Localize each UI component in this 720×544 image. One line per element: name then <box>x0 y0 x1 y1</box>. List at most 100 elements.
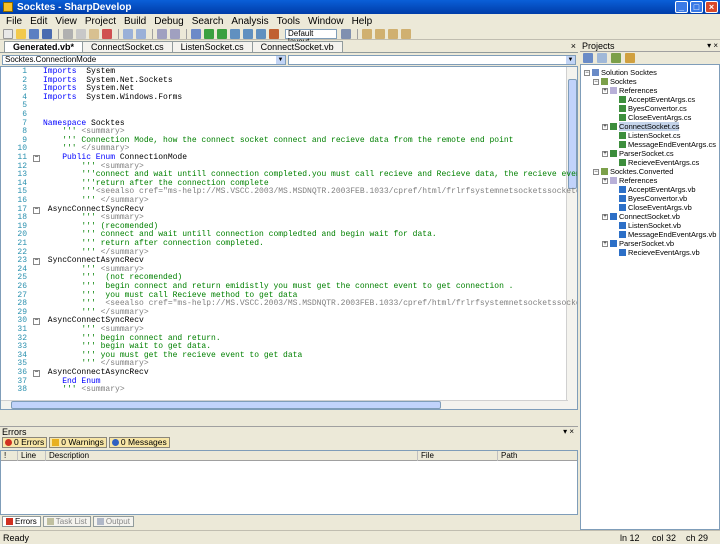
tree-node[interactable]: + References <box>602 86 657 95</box>
maximize-button[interactable]: □ <box>690 1 703 13</box>
collapse-icon[interactable]: − <box>593 78 599 85</box>
bookmark-icon[interactable] <box>362 28 372 39</box>
tree-node[interactable]: AcceptEventArgs.vb <box>611 185 696 194</box>
delete-icon[interactable] <box>102 28 112 39</box>
tree-node[interactable]: ByesConvertor.cs <box>611 104 687 113</box>
tree-node[interactable]: RecieveEventArgs.vb <box>611 248 700 257</box>
tree-node[interactable]: − Socktes <box>593 77 637 86</box>
expand-icon[interactable]: + <box>602 123 608 130</box>
open-folder-icon[interactable] <box>16 28 26 39</box>
tree-node[interactable]: ListenSocket.cs <box>611 131 681 140</box>
member-combo[interactable]: ▼ <box>288 55 576 65</box>
project-tree[interactable]: − Solution Socktes − Socktes + References Acce… <box>580 64 720 530</box>
column-severity[interactable]: ! <box>1 451 15 461</box>
paste-icon[interactable] <box>89 28 99 39</box>
menu-project[interactable]: Project <box>81 16 120 27</box>
fold-toggle-icon[interactable]: − <box>33 206 40 214</box>
tree-node[interactable]: + ParserSocket.cs <box>602 149 674 158</box>
menu-search[interactable]: Search <box>188 16 228 27</box>
tree-node[interactable]: ByesConvertor.vb <box>611 194 687 203</box>
tab-generated-vb[interactable]: Generated.vb* <box>4 41 84 52</box>
menu-tools[interactable]: Tools <box>273 16 304 27</box>
fold-toggle-icon[interactable]: − <box>33 258 40 266</box>
step-out-icon[interactable] <box>256 28 266 39</box>
tab-output[interactable]: Output <box>92 516 134 527</box>
tab-listensocket-cs[interactable]: ListenSocket.cs <box>171 41 253 52</box>
bookmark-next-icon[interactable] <box>388 28 398 39</box>
save-icon[interactable] <box>29 28 39 39</box>
close-button[interactable]: × <box>705 1 718 13</box>
run-icon[interactable] <box>204 28 214 39</box>
messages-filter-button[interactable]: 0 Messages <box>108 437 170 448</box>
tree-node[interactable]: + ParserSocket.vb <box>602 239 674 248</box>
tab-connectsocket-cs[interactable]: ConnectSocket.cs <box>82 41 173 52</box>
properties-icon[interactable] <box>583 53 593 63</box>
step-icon[interactable] <box>230 28 240 39</box>
tree-node[interactable]: − Socktes.Converted <box>593 167 673 176</box>
bookmark-clear-icon[interactable] <box>401 28 411 39</box>
layout-combo[interactable]: Default layout <box>285 28 337 45</box>
horizontal-scrollbar[interactable] <box>1 400 568 409</box>
menu-view[interactable]: View <box>51 16 81 27</box>
find-icon[interactable] <box>157 28 167 39</box>
warnings-filter-button[interactable]: 0 Warnings <box>49 437 107 448</box>
collapse-icon[interactable]: − <box>593 168 599 175</box>
build-icon[interactable] <box>191 28 201 39</box>
replace-icon[interactable] <box>170 28 180 39</box>
expand-icon[interactable]: + <box>602 87 608 94</box>
tree-node[interactable]: + References <box>602 176 657 185</box>
column-path[interactable]: Path <box>497 451 577 461</box>
menu-edit[interactable]: Edit <box>26 16 51 27</box>
debug-icon[interactable] <box>217 28 227 39</box>
minimize-button[interactable]: _ <box>675 1 688 13</box>
save-all-icon[interactable] <box>42 28 52 39</box>
column-line[interactable]: Line <box>17 451 43 461</box>
column-description[interactable]: Description <box>45 451 415 461</box>
expand-icon[interactable]: + <box>602 213 608 220</box>
menu-window[interactable]: Window <box>304 16 348 27</box>
tree-node[interactable]: MessageEndEventArgs.cs <box>611 140 716 149</box>
show-all-files-icon[interactable] <box>597 53 607 63</box>
expand-icon[interactable]: + <box>602 177 608 184</box>
cut-icon[interactable] <box>63 28 73 39</box>
copy-icon[interactable] <box>76 28 86 39</box>
fold-toggle-icon[interactable]: − <box>33 155 40 162</box>
tab-task-list[interactable]: Task List <box>42 516 91 527</box>
errors-grid[interactable]: ! Line Description File Path <box>0 450 578 515</box>
tree-node[interactable]: CloseEventArgs.cs <box>611 113 691 122</box>
refresh-icon[interactable] <box>611 53 621 63</box>
tree-node[interactable]: AcceptEventArgs.cs <box>611 95 695 104</box>
step-over-icon[interactable] <box>243 28 253 39</box>
collapse-icon[interactable]: − <box>584 69 590 76</box>
expand-icon[interactable]: + <box>602 150 608 157</box>
code-editor[interactable]: 1 Imports System 2 Imports System.Net.Socke… <box>0 66 578 410</box>
tree-node[interactable]: ListenSocket.vb <box>611 221 681 230</box>
bookmark-prev-icon[interactable] <box>375 28 385 39</box>
tree-node[interactable]: + ConnectSocket.vb <box>602 212 680 221</box>
tree-node[interactable]: CloseEventArgs.vb <box>611 203 692 212</box>
undo-icon[interactable] <box>123 28 133 39</box>
column-file[interactable]: File <box>417 451 497 461</box>
collapse-all-icon[interactable] <box>625 53 635 63</box>
menu-file[interactable]: File <box>2 16 26 27</box>
errors-filter-button[interactable]: 0 Errors <box>2 437 48 448</box>
stop-icon[interactable] <box>269 28 279 39</box>
tree-node[interactable]: MessageEndEventArgs.vb <box>611 230 716 239</box>
tree-node[interactable]: − Solution Socktes <box>584 68 657 77</box>
menu-analysis[interactable]: Analysis <box>227 16 272 27</box>
pane-controls-icon[interactable]: ▾ × <box>563 427 574 436</box>
tree-node[interactable]: + ConnectSocket.cs <box>602 122 680 131</box>
redo-icon[interactable] <box>136 28 146 39</box>
pane-controls-icon[interactable]: ▾ × <box>707 41 718 50</box>
vertical-scrollbar[interactable] <box>566 67 577 409</box>
new-file-icon[interactable] <box>3 28 13 39</box>
class-combo[interactable]: Socktes.ConnectionMode ▼ <box>2 55 286 65</box>
tab-connectsocket-vb[interactable]: ConnectSocket.vb <box>251 41 343 52</box>
tab-errors[interactable]: Errors <box>2 516 41 527</box>
layout-options-icon[interactable] <box>341 28 351 39</box>
fold-toggle-icon[interactable]: − <box>33 318 40 326</box>
close-document-icon[interactable]: × <box>571 41 576 51</box>
menu-help[interactable]: Help <box>348 16 377 27</box>
menu-debug[interactable]: Debug <box>150 16 187 27</box>
expand-icon[interactable]: + <box>602 240 608 247</box>
